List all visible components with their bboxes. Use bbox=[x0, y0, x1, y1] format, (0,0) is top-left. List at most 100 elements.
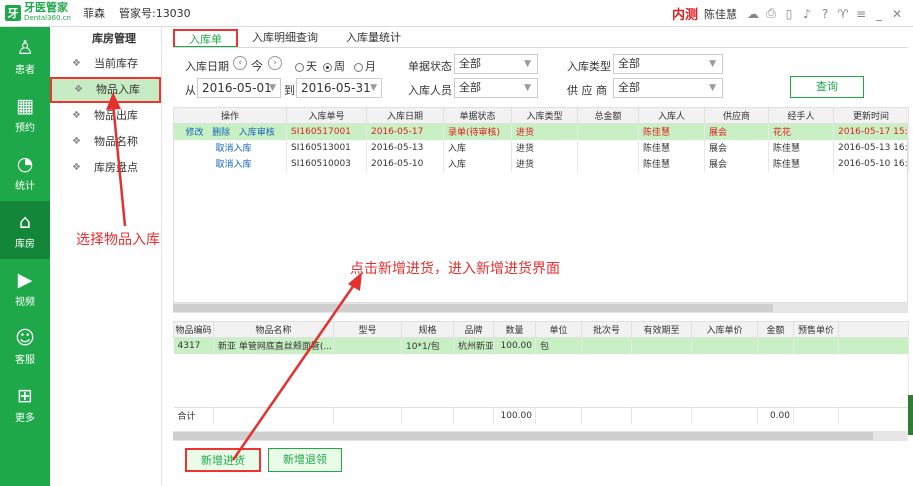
total-row: 合计 100.00 0.00 bbox=[173, 407, 909, 424]
nav-statistics[interactable]: ◔ 统计 bbox=[0, 143, 50, 201]
subnav-item-stock-out[interactable]: ❖ 物品出库 bbox=[50, 103, 161, 129]
person-label: 入库人员 bbox=[408, 84, 452, 97]
column-header[interactable]: 总金额 bbox=[577, 107, 639, 124]
scrollbar-thumb[interactable] bbox=[173, 432, 873, 440]
column-header[interactable]: 入库人 bbox=[638, 107, 705, 124]
cell-blank bbox=[691, 407, 758, 424]
table-row[interactable]: 4317 新亚 单管网底直丝颊面管(... 10*1/包 杭州新亚 100.00… bbox=[173, 337, 909, 354]
column-header[interactable]: 型号 bbox=[333, 321, 402, 338]
diamond-icon: ❖ bbox=[72, 110, 81, 121]
item-table-scrollbar[interactable] bbox=[173, 431, 908, 441]
column-header[interactable]: 物品名称 bbox=[213, 321, 334, 338]
nav-label: 预约 bbox=[15, 122, 35, 134]
help-icon[interactable]: ? bbox=[819, 7, 831, 21]
chevron-down-icon: ▼ bbox=[269, 83, 276, 93]
chevron-down-icon: ▼ bbox=[709, 59, 716, 69]
subnav-item-current-stock[interactable]: ❖ 当前库存 bbox=[50, 51, 161, 77]
operator-name[interactable]: 陈佳慧 bbox=[704, 6, 737, 22]
scrollbar-thumb[interactable] bbox=[173, 304, 773, 312]
minimize-icon[interactable]: _ bbox=[873, 7, 885, 21]
diamond-icon: ❖ bbox=[74, 84, 83, 95]
subnav-label: 物品名称 bbox=[94, 135, 138, 148]
radio-month[interactable]: 月 bbox=[354, 58, 376, 74]
tab-bar: 入库单 入库明细查询 入库量统计 bbox=[173, 29, 415, 49]
cell-blank bbox=[581, 407, 632, 424]
column-header[interactable]: 入库类型 bbox=[511, 107, 578, 124]
column-header[interactable]: 入库单号 bbox=[286, 107, 367, 124]
type-value: 全部 bbox=[618, 57, 640, 70]
to-label: 到 bbox=[284, 84, 295, 97]
supplier-select[interactable]: 全部 ▼ bbox=[613, 78, 723, 98]
printer-icon[interactable]: ⎙ bbox=[765, 6, 777, 21]
column-header[interactable]: 数量 bbox=[493, 321, 536, 338]
title-bar: 牙 牙医管家 Dental360.cn 菲森 管家号:13030 内测 陈佳慧 … bbox=[0, 0, 913, 27]
subnav-item-inventory-check[interactable]: ❖ 库房盘点 bbox=[50, 155, 161, 181]
column-header[interactable]: 供应商 bbox=[704, 107, 769, 124]
bell-icon[interactable]: ♪ bbox=[801, 7, 813, 21]
menu-icon[interactable]: ≡ bbox=[855, 7, 867, 21]
type-select[interactable]: 全部 ▼ bbox=[613, 54, 723, 74]
subnav-label: 当前库存 bbox=[94, 57, 138, 70]
column-header[interactable]: 入库单价 bbox=[691, 321, 758, 338]
nav-patients[interactable]: ♙ 患者 bbox=[0, 27, 50, 85]
column-header[interactable]: 有效期至 bbox=[631, 321, 692, 338]
from-date-input[interactable]: 2016-05-01 ▼ bbox=[197, 78, 281, 98]
column-header[interactable]: 规格 bbox=[401, 321, 454, 338]
column-header[interactable]: 入库日期 bbox=[366, 107, 444, 124]
nav-appointments[interactable]: ▦ 预约 bbox=[0, 85, 50, 143]
column-header[interactable]: 批次号 bbox=[581, 321, 632, 338]
type-label: 入库类型 bbox=[567, 60, 611, 73]
chevron-down-icon: ▼ bbox=[370, 83, 377, 93]
subnav-item-stock-in[interactable]: ❖ 物品入库 bbox=[50, 77, 161, 103]
chat-icon[interactable]: ☁ bbox=[747, 7, 759, 21]
tab-stock-in-stats[interactable]: 入库量统计 bbox=[332, 29, 415, 48]
today-button[interactable]: 今 bbox=[251, 57, 263, 74]
brand-name: 牙医管家 bbox=[24, 1, 68, 14]
person-select[interactable]: 全部 ▼ bbox=[454, 78, 538, 98]
person-icon: ♙ bbox=[16, 36, 34, 59]
column-header[interactable]: 单据状态 bbox=[443, 107, 512, 124]
radio-icon bbox=[354, 62, 363, 72]
column-header[interactable]: 单位 bbox=[535, 321, 582, 338]
radio-week[interactable]: 周 bbox=[323, 58, 345, 74]
chevron-down-icon: ▼ bbox=[524, 83, 531, 93]
status-select[interactable]: 全部 ▼ bbox=[454, 54, 538, 74]
cell-model bbox=[333, 337, 402, 354]
column-header[interactable]: 金额 bbox=[757, 321, 794, 338]
new-stock-in-button[interactable]: 新增进货 bbox=[185, 448, 261, 472]
prev-period-button[interactable]: ‹ bbox=[233, 56, 247, 70]
from-date-value: 2016-05-01 bbox=[202, 81, 272, 95]
tab-stock-in-details[interactable]: 入库明细查询 bbox=[238, 29, 332, 48]
warehouse-subnav: 库房管理 ❖ 当前库存 ❖ 物品入库 ❖ 物品出库 ❖ 物品名称 ❖ 库房盘点 bbox=[50, 27, 162, 486]
nav-more[interactable]: ⊞ 更多 bbox=[0, 375, 50, 433]
order-table-scrollbar[interactable] bbox=[173, 303, 908, 313]
column-header[interactable]: 更新时间 bbox=[833, 107, 909, 124]
cell-brand: 杭州新亚 bbox=[453, 337, 494, 354]
column-header[interactable]: 预售单价 bbox=[793, 321, 839, 338]
query-button[interactable]: 查询 bbox=[790, 76, 864, 98]
cell-blank bbox=[213, 407, 334, 424]
mobile-icon[interactable]: ▯ bbox=[783, 7, 795, 21]
next-period-button[interactable]: › bbox=[268, 56, 282, 70]
column-header[interactable]: 品牌 bbox=[453, 321, 494, 338]
radio-day[interactable]: 天 bbox=[295, 58, 317, 74]
cell-blank bbox=[631, 407, 692, 424]
cell-blank bbox=[838, 407, 909, 424]
column-header[interactable]: 物品编码 bbox=[173, 321, 214, 338]
shirt-icon[interactable]: ♈ bbox=[837, 7, 849, 21]
close-icon[interactable]: ✕ bbox=[891, 7, 903, 21]
column-header[interactable]: 经手人 bbox=[768, 107, 834, 124]
nav-service[interactable]: ☺ 客服 bbox=[0, 317, 50, 375]
tab-stock-in-orders[interactable]: 入库单 bbox=[173, 29, 238, 48]
side-handle[interactable] bbox=[908, 395, 913, 435]
new-return-button[interactable]: 新增退领 bbox=[268, 448, 342, 472]
nav-warehouse[interactable]: ⌂ 库房 bbox=[0, 201, 50, 259]
to-date-input[interactable]: 2016-05-31 ▼ bbox=[296, 78, 382, 98]
nav-video[interactable]: ▶ 视频 bbox=[0, 259, 50, 317]
warehouse-icon: ⌂ bbox=[18, 210, 32, 233]
subnav-item-item-names[interactable]: ❖ 物品名称 bbox=[50, 129, 161, 155]
column-header[interactable]: 操作 bbox=[173, 107, 287, 124]
main-nav: ♙ 患者 ▦ 预约 ◔ 统计 ⌂ 库房 ▶ 视频 ☺ 客服 ⊞ 更多 bbox=[0, 27, 50, 486]
diamond-icon: ❖ bbox=[72, 58, 81, 69]
diamond-icon: ❖ bbox=[72, 136, 81, 147]
